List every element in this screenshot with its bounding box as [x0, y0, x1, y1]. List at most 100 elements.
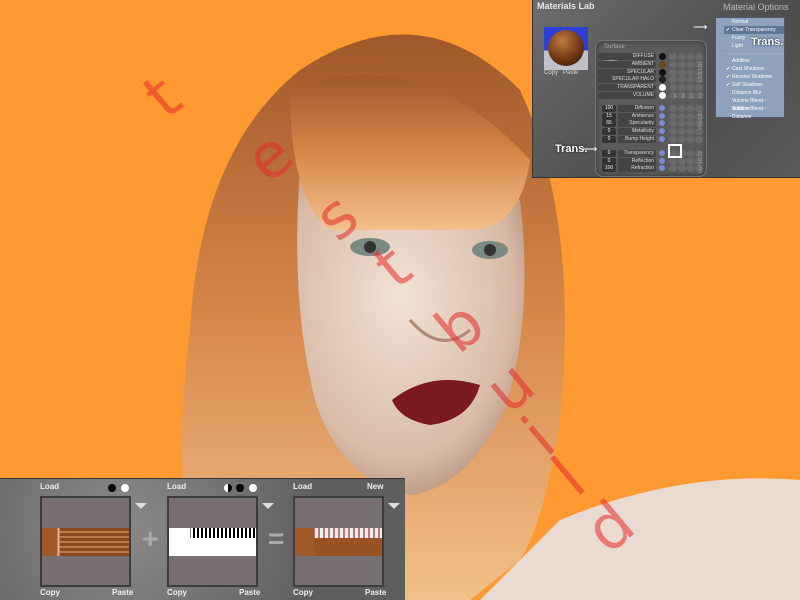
- paste-button[interactable]: Paste: [239, 588, 260, 597]
- value-label: Specularity: [618, 120, 656, 128]
- menu-option[interactable]: Self Shadows: [724, 81, 784, 89]
- paste-button[interactable]: Paste: [365, 588, 386, 597]
- menu-option[interactable]: Receive Shadows: [724, 73, 784, 81]
- color-row-label: Transparent: [598, 84, 656, 92]
- copy-button[interactable]: Copy: [167, 588, 187, 597]
- dropdown-arrow-icon[interactable]: [262, 503, 274, 509]
- value-input[interactable]: 65: [602, 120, 616, 128]
- dropdown-arrow-icon[interactable]: [388, 503, 400, 509]
- value-input[interactable]: 100: [602, 105, 616, 112]
- value-label: Diffusion: [618, 105, 656, 112]
- texture-slot[interactable]: [40, 496, 131, 587]
- menu-option[interactable]: Volume Blend - Distance: [724, 105, 784, 120]
- value-label: Ambience: [618, 112, 656, 120]
- channel-cells[interactable]: [669, 84, 703, 92]
- link-icon[interactable]: [659, 157, 665, 164]
- column-label: A: [673, 94, 678, 100]
- value-label: Refraction: [618, 165, 656, 173]
- load-button[interactable]: Load: [167, 482, 186, 491]
- copy-button[interactable]: Copy: [293, 588, 313, 597]
- link-icon[interactable]: [659, 112, 665, 119]
- texture-image: [169, 528, 256, 556]
- link-icon[interactable]: [659, 120, 665, 127]
- color-row[interactable]: Transparent: [596, 84, 708, 92]
- color-row[interactable]: Ambient: [596, 60, 708, 68]
- menu-option[interactable]: Volume Blend - Additive: [724, 97, 784, 112]
- column-label: D: [698, 94, 703, 100]
- black-swatch[interactable]: [236, 484, 244, 492]
- color-row[interactable]: Diffuse: [596, 53, 708, 60]
- value-input[interactable]: 0: [602, 150, 616, 157]
- texture-image: [295, 528, 382, 556]
- color-row-label: Specular: [598, 68, 656, 76]
- material-options-menu[interactable]: NormalClear TransparencyFuzzyLightAdditi…: [715, 17, 785, 120]
- link-icon[interactable]: [659, 150, 665, 156]
- color-swatch[interactable]: [659, 53, 666, 60]
- material-preview[interactable]: [544, 27, 588, 70]
- copy-button[interactable]: Copy: [40, 588, 60, 597]
- link-icon[interactable]: [659, 135, 665, 142]
- link-icon[interactable]: [659, 165, 665, 172]
- menu-option[interactable]: Cast Shadows: [724, 65, 784, 73]
- value-input[interactable]: 0: [602, 157, 616, 165]
- load-button[interactable]: Load: [40, 482, 59, 491]
- dropdown-arrow-icon[interactable]: [135, 503, 147, 509]
- color-row-label: Specular Halo: [598, 76, 656, 84]
- channel-cells[interactable]: [669, 53, 703, 60]
- surface-panel: Surface Diffuse Ambient Specular Specular H…: [595, 40, 707, 177]
- materials-lab-panel: Materials Lab Material Options Copy Past…: [532, 0, 800, 178]
- white-swatch[interactable]: [121, 484, 129, 492]
- value-input[interactable]: 100: [602, 165, 616, 173]
- texture-slot[interactable]: [293, 496, 384, 587]
- new-button[interactable]: New: [367, 482, 383, 491]
- color-swatch[interactable]: [659, 92, 666, 99]
- value-label: Bump Height: [618, 135, 656, 143]
- value-label: Transparency: [618, 150, 656, 157]
- color-row[interactable]: Specular: [596, 68, 708, 76]
- column-label: B: [681, 94, 686, 100]
- color-row[interactable]: Specular Halo: [596, 76, 708, 84]
- value-input[interactable]: 0: [602, 135, 616, 143]
- equals-icon: =: [268, 523, 285, 554]
- column-label: C: [689, 94, 695, 100]
- color-row-label: Volume: [598, 92, 656, 99]
- preview-sphere: [548, 30, 584, 66]
- preview-paste[interactable]: Paste: [563, 70, 578, 76]
- texture-slot[interactable]: [167, 496, 258, 587]
- preview-copy[interactable]: Copy: [544, 70, 558, 76]
- value-input[interactable]: 15: [602, 112, 616, 120]
- value-label: Metallicity: [618, 128, 656, 136]
- channel-cells[interactable]: [669, 135, 703, 143]
- menu-item[interactable]: Clear Transparency: [724, 26, 784, 34]
- side-label-value: VALUE: [698, 111, 704, 131]
- color-swatch[interactable]: [659, 68, 666, 76]
- side-label-optics: OPTICS: [698, 151, 704, 174]
- link-icon[interactable]: [659, 128, 665, 135]
- value-label: Reflection: [618, 157, 656, 165]
- paste-button[interactable]: Paste: [112, 588, 133, 597]
- link-icon[interactable]: [659, 105, 665, 111]
- material-options-title: Material Options: [723, 2, 789, 12]
- surface-label: Surface: [604, 44, 625, 50]
- materials-lab-title: Materials Lab: [537, 1, 595, 11]
- value-input[interactable]: 0: [602, 128, 616, 136]
- color-swatch[interactable]: [659, 76, 666, 84]
- white-swatch[interactable]: [249, 484, 257, 492]
- highlight-box: [668, 144, 682, 158]
- arrow-icon: ⟶: [693, 22, 708, 33]
- half-swatch[interactable]: [224, 484, 232, 492]
- color-swatch[interactable]: [659, 60, 666, 68]
- texture-panel: Load Copy Paste Load Copy Paste Load New…: [0, 478, 405, 600]
- menu-option[interactable]: Additive: [724, 57, 784, 65]
- plus-icon: +: [142, 523, 159, 554]
- texture-image: [42, 528, 129, 556]
- arrow-icon: ⟶: [583, 144, 598, 155]
- side-label-color: COLOR: [698, 61, 704, 83]
- menu-option[interactable]: Distance Blur: [724, 89, 784, 97]
- load-button[interactable]: Load: [293, 482, 312, 491]
- color-swatch[interactable]: [659, 84, 666, 92]
- color-row-label: Diffuse: [598, 53, 656, 60]
- annotation-trans-top: Trans.: [751, 36, 784, 48]
- black-swatch[interactable]: [108, 484, 116, 492]
- menu-item[interactable]: Normal: [724, 18, 784, 26]
